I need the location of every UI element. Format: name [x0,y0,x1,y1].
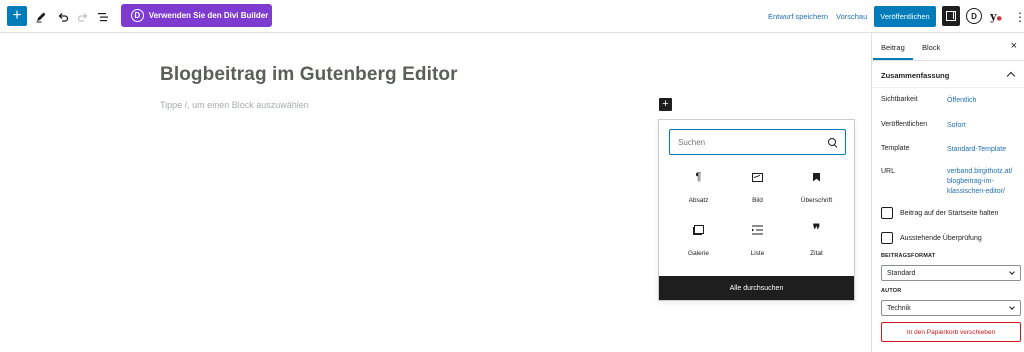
block-item-image[interactable]: Bild [728,170,787,206]
panel-title: Zusammenfassung [881,71,950,80]
block-item-label: Bild [752,197,763,204]
pencil-icon [36,12,46,22]
list-view-button[interactable] [94,6,112,27]
gallery-icon [693,223,704,237]
template-label: Template [881,145,910,152]
block-item-label: Galerie [688,250,709,257]
visibility-value[interactable]: Öffentlich [947,96,976,106]
plus-icon: + [662,98,669,110]
visibility-label: Sichtbarkeit [881,96,918,103]
block-item-heading[interactable]: Überschrift [787,170,846,206]
url-label: URL [881,168,896,175]
image-icon [752,170,763,184]
divi-logo-icon: D [130,9,144,22]
sidebar-tabs: Beitrag Block × [872,33,1024,61]
chevron-down-icon [1009,269,1015,275]
options-menu-button[interactable]: ⋮ [1014,6,1024,27]
browse-all-button[interactable]: Alle durchsuchen [659,276,854,300]
list-icon [752,223,763,237]
block-item-label: Liste [750,250,765,257]
block-grid: ¶ Absatz Bild Überschrift Galerie Liste … [669,170,846,259]
author-select[interactable]: Technik [881,300,1021,316]
block-search-field[interactable] [669,129,846,155]
pending-checkbox-row[interactable]: Ausstehende Überprüfung [881,232,982,244]
divi-builder-button[interactable]: D Verwenden Sie den Divi Builder [121,4,272,27]
pending-checkbox[interactable] [881,232,893,244]
move-to-trash-button[interactable]: In den Papierkorb verschieben [881,322,1021,342]
block-item-label: Überschrift [800,197,833,204]
editor-toolbar: + D Verwenden Sie den Divi Builder Entwu… [0,0,1024,33]
block-item-list[interactable]: Liste [728,223,787,259]
settings-sidebar: Beitrag Block × Zusammenfassung Sichtbar… [871,33,1024,352]
tab-block[interactable]: Block [922,43,940,52]
url-value[interactable]: verband.birgithotz.at/ blogbeitrag-im- k… [947,167,1012,197]
list-view-icon [98,12,108,21]
yoast-seo-button[interactable]: y● [988,6,1004,27]
tab-post[interactable]: Beitrag [873,43,913,60]
block-inserter-popover: ¶ Absatz Bild Überschrift Galerie Liste … [658,119,855,301]
close-icon[interactable]: × [1011,40,1017,52]
redo-button[interactable] [74,6,92,27]
plus-icon: + [12,7,22,24]
divi-d-button[interactable]: D [966,8,982,24]
pending-label: Ausstehende Überprüfung [900,234,982,242]
publish-button[interactable]: Veröffentlichen [874,6,936,27]
publish-value[interactable]: Sofort [947,121,966,131]
post-format-label: BEITRAGSFORMAT [881,253,936,259]
chevron-up-icon [1006,71,1016,81]
heading-icon [813,170,820,184]
undo-icon [58,12,69,22]
block-placeholder[interactable]: Tippe /, um einen Block auszuwählen [160,100,309,110]
preview-button[interactable]: Vorschau [836,6,867,27]
more-vertical-icon: ⋮ [1014,9,1024,24]
settings-toggle-button[interactable] [942,6,960,26]
block-item-label: Absatz [688,197,709,204]
post-title[interactable]: Blogbeitrag im Gutenberg Editor [160,64,458,86]
block-item-gallery[interactable]: Galerie [669,223,728,259]
chevron-down-icon [1009,304,1015,310]
undo-button[interactable] [54,6,72,27]
sidebar-icon [946,11,956,21]
yoast-icon: y● [990,10,1002,23]
block-item-label: Zitat [810,250,823,257]
sticky-checkbox-row[interactable]: Beitrag auf der Startseite halten [881,207,998,219]
block-item-paragraph[interactable]: ¶ Absatz [669,170,728,206]
author-label: AUTOR [881,288,902,294]
tools-button[interactable] [32,6,50,27]
save-draft-button[interactable]: Entwurf speichern [768,6,828,27]
template-value[interactable]: Standard-Template [947,145,1006,155]
publish-label: Veröffentlichen [881,121,928,128]
quote-icon: ❞ [812,222,821,238]
block-search-input[interactable] [678,137,818,147]
block-item-quote[interactable]: ❞ Zitat [787,223,846,259]
summary-panel-header[interactable]: Zusammenfassung [872,61,1024,88]
sticky-label: Beitrag auf der Startseite halten [900,209,999,217]
author-value: Technik [887,304,911,312]
divi-builder-label: Verwenden Sie den Divi Builder [148,11,269,20]
add-block-button[interactable]: + [7,6,27,26]
post-format-value: Standard [887,269,916,277]
redo-icon [77,12,88,22]
sticky-checkbox[interactable] [881,207,893,219]
paragraph-icon: ¶ [695,171,702,183]
inline-add-block-button[interactable]: + [659,98,672,111]
post-format-select[interactable]: Standard [881,265,1021,281]
search-icon [828,137,837,147]
